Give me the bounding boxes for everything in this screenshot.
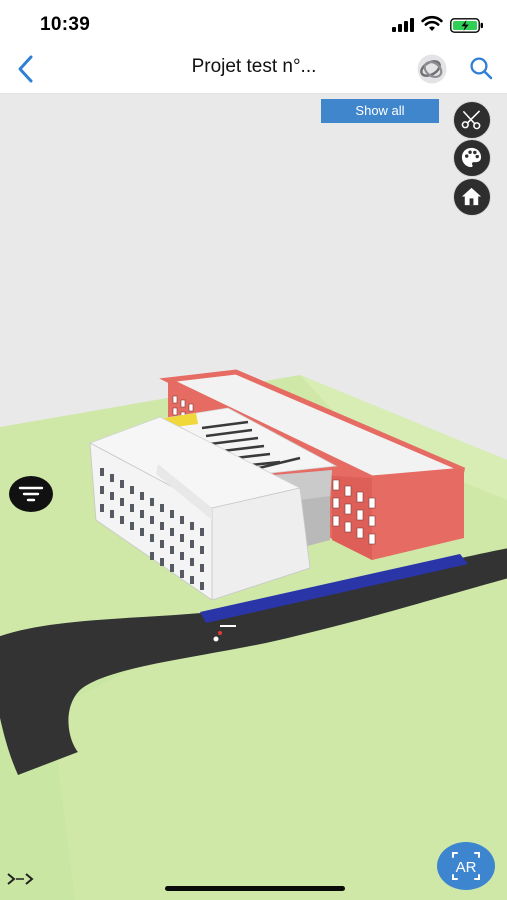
ar-button[interactable]: AR <box>437 842 495 890</box>
home-view-button[interactable] <box>453 178 491 216</box>
show-all-button[interactable]: Show all <box>321 99 439 123</box>
back-chevron-icon[interactable] <box>12 52 40 86</box>
ar-label: AR <box>456 859 477 876</box>
status-bar: 10:39 <box>0 0 507 48</box>
scissors-icon <box>461 110 481 130</box>
building-3d-model[interactable] <box>0 94 507 900</box>
section-cut-button[interactable] <box>453 101 491 139</box>
filter-icon <box>18 486 44 502</box>
model-viewport[interactable]: Show all AR <box>0 94 507 900</box>
palette-button[interactable] <box>453 139 491 177</box>
axis-gizmo-icon <box>7 873 34 885</box>
search-icon[interactable] <box>468 54 494 82</box>
ar-icon: AR <box>452 852 480 880</box>
wifi-icon <box>421 16 443 31</box>
home-icon <box>461 187 482 206</box>
filter-button[interactable] <box>9 476 53 512</box>
status-time: 10:39 <box>40 14 91 35</box>
battery-charging-icon <box>450 18 483 33</box>
home-indicator[interactable] <box>165 886 345 891</box>
palette-icon <box>461 147 482 168</box>
app-logo-icon[interactable] <box>414 52 450 86</box>
navigation-bar: Projet test n°... <box>0 48 507 94</box>
page-title: Projet test n°... <box>191 56 317 77</box>
cellular-signal-icon <box>392 18 414 32</box>
